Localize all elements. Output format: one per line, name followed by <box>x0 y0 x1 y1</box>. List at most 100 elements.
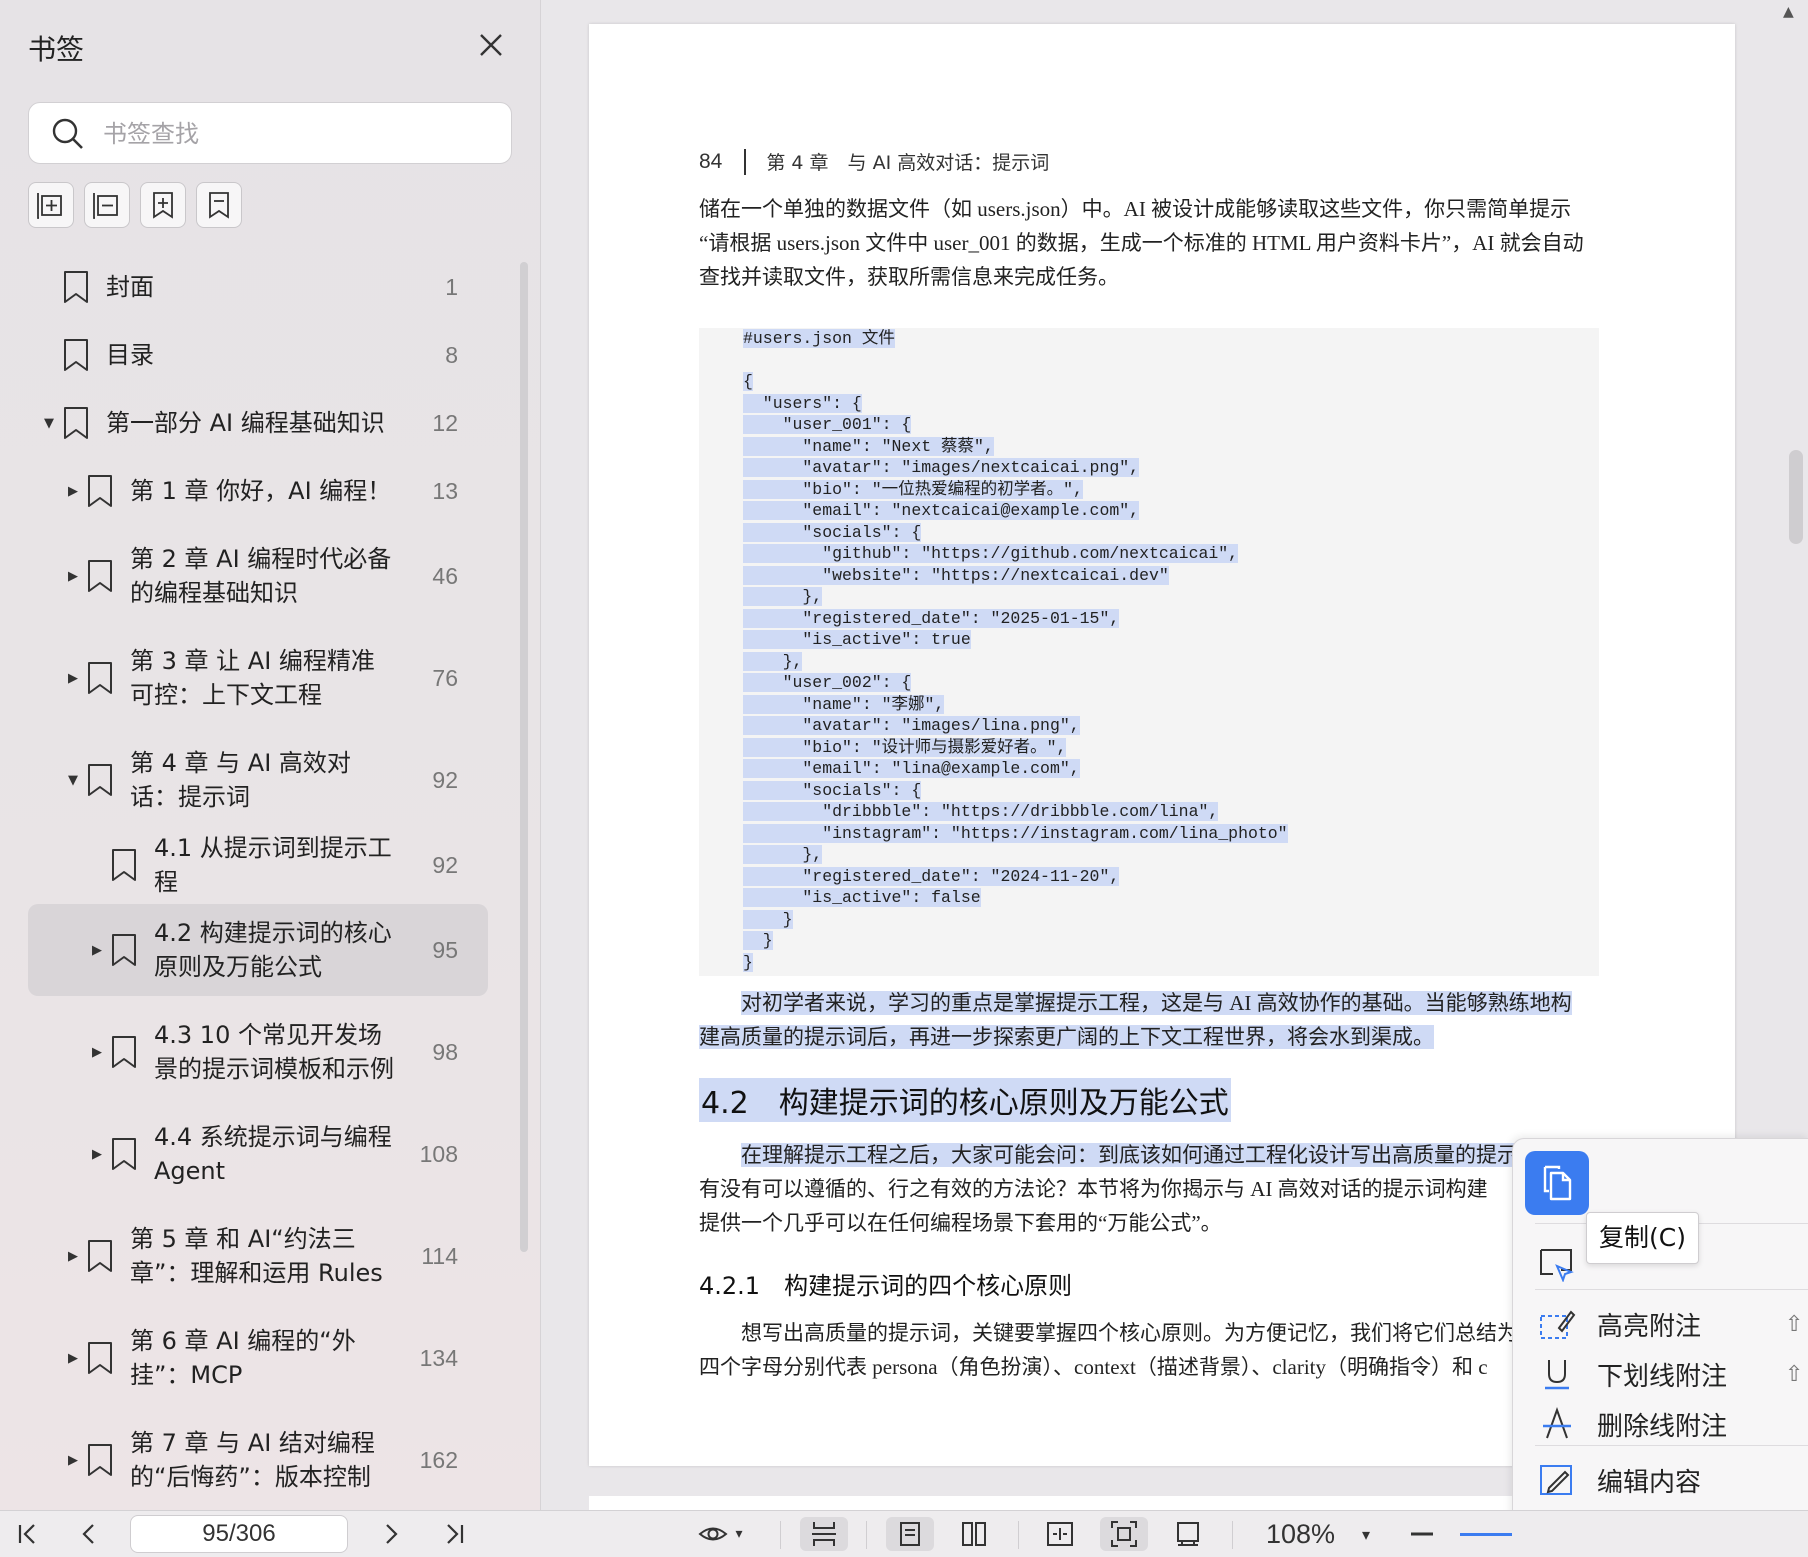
bookmark-item[interactable]: ▶ 第 7 章 与 AI 结对编程的“后悔药”：版本控制 162 <box>28 1414 488 1506</box>
bookmark-item[interactable]: 4.1 从提示词到提示工程 92 <box>28 834 488 896</box>
expand-arrow-icon[interactable]: ▶ <box>62 1351 84 1366</box>
code-line: "name": "李娜", <box>743 694 1599 716</box>
bookmark-icon <box>64 271 88 303</box>
expand-arrow-icon[interactable]: ▶ <box>62 1249 84 1264</box>
chapter-title: 第 4 章 与 AI 高效对话：提示词 <box>766 152 1050 174</box>
code-text: } <box>743 931 773 950</box>
toolbar-divider <box>1232 1521 1233 1549</box>
bookmark-scrollbar[interactable] <box>520 262 528 1252</box>
menu-item-label: 编辑内容 <box>1597 1467 1702 1498</box>
code-text: "socials": { <box>743 522 922 542</box>
bookmark-item[interactable]: ▶ 第 6 章 AI 编程的“外挂”：MCP 134 <box>28 1312 488 1404</box>
menu-item[interactable]: 删除线附注 <box>1513 1399 1808 1449</box>
bookmark-icon <box>88 662 112 694</box>
first-page-icon <box>18 1524 35 1544</box>
expand-arrow-icon[interactable]: ▶ <box>62 484 84 499</box>
bookmark-item[interactable]: ▶ 4.4 系统提示词与编程 Agent 108 <box>28 1108 488 1200</box>
menu-item[interactable]: 下划线附注 ⇧ <box>1513 1349 1808 1399</box>
paragraph-2: 对初学者来说，学习的重点是掌握提示工程，这是与 AI 高效协作的基础。当能够熟练… <box>699 986 1599 1054</box>
previous-page-button[interactable] <box>74 1517 104 1551</box>
bookmark-item[interactable]: ▶ 第 1 章 你好，AI 编程！ 13 <box>28 462 488 520</box>
code-line: #users.json 文件 <box>743 328 1599 350</box>
menu-item[interactable]: 高亮附注 ⇧ <box>1513 1299 1808 1349</box>
bookmark-search-input[interactable] <box>101 113 495 155</box>
code-line: "website": "https://nextcaicai.dev" <box>743 565 1599 587</box>
remove-bookmark-button[interactable] <box>196 182 242 228</box>
bookmark-item[interactable]: ▶ 第 3 章 让 AI 编程精准可控：上下文工程 76 <box>28 632 488 724</box>
page-number-input[interactable] <box>130 1515 348 1553</box>
code-text: }, <box>743 587 823 606</box>
zoom-out-button[interactable] <box>1404 1517 1440 1551</box>
copy-icon <box>1543 1165 1572 1201</box>
section-heading-4-2: 4.2 构建提示词的核心原则及万能公式 <box>699 1078 1231 1122</box>
bookmark-label: 4.3 10 个常见开发场景的提示词模板和示例 <box>154 1021 394 1083</box>
code-text: } <box>743 952 753 972</box>
expand-arrow-icon[interactable]: ▶ <box>62 569 84 584</box>
single-page-button[interactable] <box>886 1517 934 1551</box>
bookmark-item[interactable]: ▼ 第一部分 AI 编程基础知识 12 <box>28 394 488 452</box>
bookmark-icon <box>64 339 88 371</box>
bookmark-item[interactable]: 目录 8 <box>28 326 488 384</box>
bookmark-item[interactable]: ▶ 4.2 构建提示词的核心原则及万能公式 95 <box>28 904 488 996</box>
expand-arrow-icon[interactable]: ▶ <box>62 671 84 686</box>
document-scrollbar-thumb[interactable] <box>1789 450 1803 544</box>
chevron-right-icon <box>386 1524 398 1544</box>
bookmark-label: 第 1 章 你好，AI 编程！ <box>130 477 392 505</box>
code-line: "avatar": "images/nextcaicai.png", <box>743 457 1599 479</box>
first-page-button[interactable] <box>12 1517 42 1551</box>
expand-arrow-icon[interactable]: ▶ <box>86 1147 108 1162</box>
bookmark-label: 第 6 章 AI 编程的“外挂”：MCP <box>130 1327 356 1389</box>
bookmark-page-number: 1 <box>445 273 458 300</box>
code-text: "bio": "设计师与摄影爱好者。", <box>743 737 1067 757</box>
code-line: "registered_date": "2024-11-20", <box>743 866 1599 888</box>
collapse-all-button[interactable] <box>84 182 130 228</box>
bookmark-item[interactable]: ▶ 第 2 章 AI 编程时代必备的编程基础知识 46 <box>28 530 488 622</box>
zoom-slider[interactable] <box>1460 1533 1512 1536</box>
code-line: "user_002": { <box>743 672 1599 694</box>
last-page-button[interactable] <box>440 1517 470 1551</box>
bookmark-search-box[interactable] <box>28 102 512 164</box>
menu-item[interactable]: 编辑内容 <box>1513 1455 1808 1505</box>
code-text: "user_002": { <box>743 673 912 692</box>
rotate-button[interactable] <box>1164 1517 1212 1551</box>
expand-arrow-icon[interactable]: ▶ <box>86 943 108 958</box>
code-text: "website": "https://nextcaicai.dev" <box>743 565 1169 585</box>
collapse-all-icon <box>93 193 118 219</box>
bookmark-icon <box>64 407 88 439</box>
expand-arrow-icon[interactable]: ▶ <box>62 1453 84 1468</box>
collapse-arrow-icon[interactable]: ▼ <box>38 416 60 431</box>
code-text: "registered_date": "2024-11-20", <box>743 866 1120 886</box>
zoom-dropdown-button[interactable]: ▾ <box>1354 1517 1378 1551</box>
zoom-level[interactable]: 108% <box>1266 1519 1335 1550</box>
fit-page-icon <box>1111 1521 1137 1547</box>
collapse-arrow-icon[interactable]: ▼ <box>62 773 84 788</box>
expand-all-button[interactable] <box>28 182 74 228</box>
select-cursor-icon <box>1540 1249 1574 1282</box>
minus-icon <box>1411 1532 1433 1536</box>
next-page-button[interactable] <box>376 1517 406 1551</box>
bookmark-item[interactable]: ▶ 第 5 章 和 AI“约法三章”：理解和运用 Rules 114 <box>28 1210 488 1302</box>
copy-tooltip: 复制(C) <box>1586 1212 1699 1264</box>
rotate-icon <box>1177 1522 1199 1546</box>
menu-item-label: 下划线附注 <box>1597 1361 1728 1392</box>
close-icon[interactable] <box>476 30 506 60</box>
view-mode-button[interactable]: ▾ <box>690 1517 750 1551</box>
bookmark-item[interactable]: ▶ 4.3 10 个常见开发场景的提示词模板和示例 98 <box>28 1006 488 1098</box>
copy-button[interactable] <box>1525 1151 1589 1215</box>
scroll-up-arrow-icon[interactable]: ▲ <box>1783 4 1794 20</box>
selection-context-menu: 高亮附注⇧下划线附注⇧删除线附注编辑内容擦除 <box>1512 1138 1808 1557</box>
bookmark-item[interactable]: ▼ 第 4 章 与 AI 高效对话：提示词 92 <box>28 734 488 826</box>
expand-arrow-icon[interactable]: ▶ <box>86 1045 108 1060</box>
bookmark-item[interactable]: 封面 1 <box>28 258 488 316</box>
bookmark-icon <box>112 849 136 881</box>
menu-divider <box>1535 1289 1808 1290</box>
fit-width-button[interactable] <box>1036 1517 1084 1551</box>
add-bookmark-button[interactable] <box>140 182 186 228</box>
expand-all-icon <box>37 193 62 219</box>
highlight-note-icon <box>1540 1310 1576 1339</box>
text-line: 储在一个单独的数据文件（如 users.json）中。AI 被设计成能够读取这些… <box>699 197 1572 221</box>
two-page-button[interactable] <box>950 1517 998 1551</box>
continuous-scroll-button[interactable] <box>800 1517 848 1551</box>
fit-page-button[interactable] <box>1100 1517 1148 1551</box>
